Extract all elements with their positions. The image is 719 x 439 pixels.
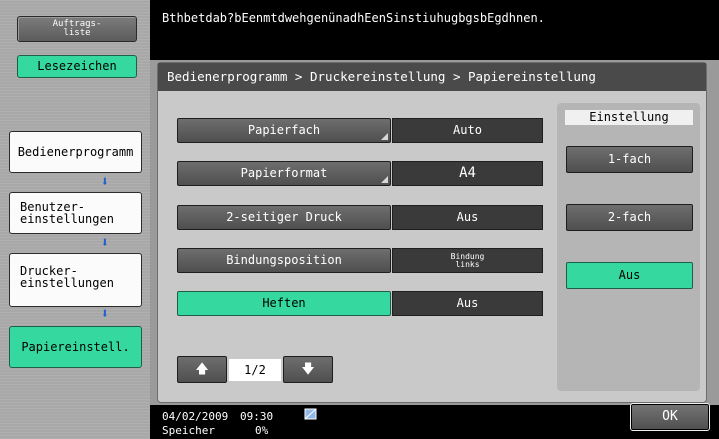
row-label: Papierfach: [247, 123, 321, 137]
duplex-button[interactable]: 2-seitiger Druck: [177, 205, 391, 230]
paper-format-value: A4: [392, 161, 543, 186]
page-down-button[interactable]: 🡇: [283, 356, 333, 383]
duplex-value: Aus: [392, 205, 543, 230]
breadcrumb: Bedienerprogramm > Druckereinstellung > …: [158, 63, 706, 91]
binding-position-button[interactable]: Bindungsposition: [177, 248, 391, 273]
nav-item-benutzereinstellungen[interactable]: Benutzer- einstellungen: [9, 192, 142, 234]
nav-item-papiereinstellung[interactable]: Papiereinstell.: [9, 326, 142, 368]
staple-button[interactable]: Heften: [177, 291, 391, 316]
arrow-up-icon: 🡅: [195, 362, 209, 377]
memory-value: 0%: [255, 424, 269, 437]
arrow-down-icon: ⬇: [100, 174, 110, 190]
binding-position-value: Bindung links: [392, 248, 543, 273]
row-label: Papierformat: [240, 166, 328, 180]
memory-label: Speicher: [162, 424, 215, 437]
arrow-down-icon: 🡇: [301, 362, 315, 377]
paper-tray-button[interactable]: Papierfach: [177, 118, 391, 143]
staple-value: Aus: [392, 291, 543, 316]
page-indicator: 1/2: [229, 359, 281, 381]
nav-item-bedienerprogramm[interactable]: Bedienerprogramm: [9, 131, 142, 173]
option-aus-button[interactable]: Aus: [566, 262, 693, 289]
status-date: 04/02/2009: [162, 410, 229, 423]
message-text: Bthbetdab?bEenmtdwehgenünadhEenSinstiuhu…: [162, 11, 545, 25]
network-icon: [304, 408, 317, 420]
option-1-fach-button[interactable]: 1-fach: [566, 146, 693, 173]
page-up-button[interactable]: 🡅: [177, 356, 227, 383]
job-list-button[interactable]: Auftrags- liste: [17, 16, 137, 42]
message-bar: Bthbetdab?bEenmtdwehgenünadhEenSinstiuhu…: [150, 0, 719, 60]
paper-tray-value: Auto: [392, 118, 543, 143]
arrow-down-icon: ⬇: [100, 235, 110, 251]
bookmark-button[interactable]: Lesezeichen: [17, 55, 137, 78]
paper-format-button[interactable]: Papierformat: [177, 161, 391, 186]
arrow-down-icon: ⬇: [100, 306, 110, 322]
status-time: 09:30: [240, 410, 274, 423]
nav-item-druckereinstellungen[interactable]: Drucker- einstellungen: [9, 253, 142, 307]
einstellung-header: Einstellung: [565, 110, 693, 125]
ok-button[interactable]: OK: [630, 403, 710, 431]
option-2-fach-button[interactable]: 2-fach: [566, 204, 693, 231]
